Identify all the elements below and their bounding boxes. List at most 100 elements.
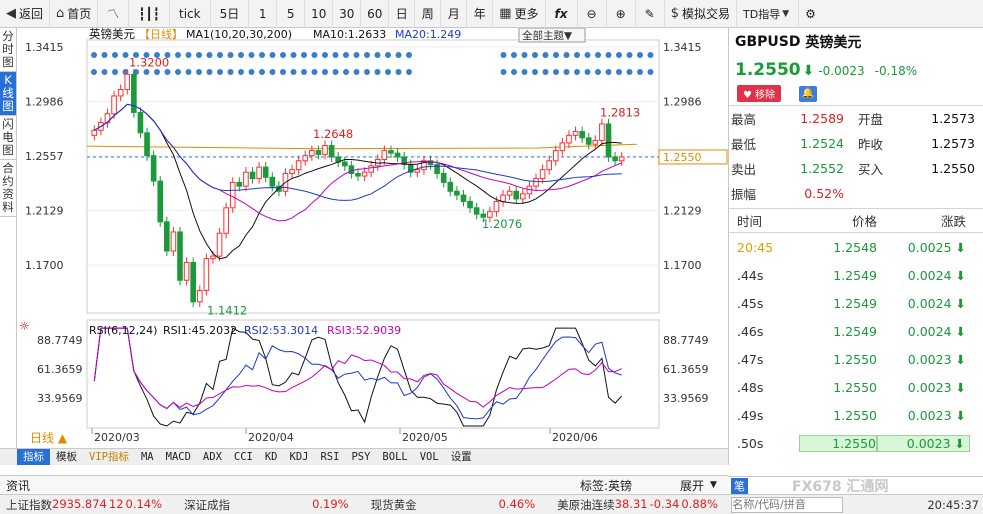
indicator-tab[interactable]: CCI [228,449,259,465]
event-dot [406,69,412,75]
tab-timeshare[interactable]: 分时图 [0,28,16,72]
rsi-label-left: 88.7749 [37,334,83,347]
period-10[interactable]: 10 [305,0,334,28]
event-dot [112,52,118,58]
period-1[interactable]: 1 [249,0,278,28]
event-dot [238,52,244,58]
home-button[interactable]: ⌂ 首页 [50,0,99,28]
indicator-tab[interactable]: MA [135,449,160,465]
event-dot [511,69,517,75]
candle-body [210,255,216,260]
event-dot [248,69,255,75]
indicator-tab[interactable]: MACD [160,449,197,465]
candle-button[interactable]: ┇┃┇ [129,0,170,28]
indicator-tab[interactable]: PSY [345,449,376,465]
period-week[interactable]: 周 [415,0,442,28]
candle-body [473,207,480,215]
search-input[interactable] [731,496,844,513]
zoom-in-button[interactable]: ⊕ [607,0,636,28]
info-tag[interactable]: 标签:英镑 [580,477,680,494]
tab-flash[interactable]: 闪电图 [0,116,16,160]
ma20-line [94,103,622,222]
candle-body [144,132,150,157]
event-dot [311,52,318,58]
draw-button[interactable]: ✎ [636,0,665,28]
formula-button[interactable]: fx [546,0,578,28]
rsi-label-left: 33.9569 [37,392,83,405]
line-chart-icon: 〽 [107,7,120,21]
period-year[interactable]: 年 [467,0,494,28]
quote-table: 最高 1.2589 开盘 1.2573 最低 1.2524 昨收 1.2573 卖出 1.2552… [729,106,983,209]
tab-contract[interactable]: 合约资料 [0,160,16,217]
tick-header: 时间 价格 涨跌 [729,209,983,233]
candle-body [236,181,243,187]
indicator-tab[interactable]: KDJ [284,449,315,465]
bell-icon[interactable]: 🔔 [799,85,818,102]
settings-button[interactable]: ⚙ [799,0,822,28]
rsi-line [93,327,622,420]
status-item[interactable]: 上证指数 2935.874 12 0.14% [6,497,162,513]
status-item[interactable]: 现货黄金 0.46% [371,497,536,513]
quote-row: 振幅 0.52% [731,186,844,202]
candle-body [592,139,599,145]
candle-body [289,169,295,174]
status-item[interactable]: 深证成指 0.19% [184,497,349,513]
info-label[interactable]: 资讯 [0,477,580,494]
kline-chart[interactable]: 1.34151.34151.29861.29861.25571.25571.21… [17,28,728,448]
zoom-out-icon: ⊖ [586,6,597,21]
candle-body [249,171,256,180]
price-label-left: 1.1700 [25,259,64,272]
tick-row: .44s 1.2549 0.0024 ⬇ [737,267,966,283]
indicator-tab[interactable]: 设置 [445,449,478,465]
indicator-tab[interactable]: VIP指标 [83,449,135,465]
event-dot [259,52,265,58]
price-label-left: 1.2986 [25,96,64,109]
chart-area[interactable]: 1.34151.34151.29861.29861.25571.25571.21… [17,28,728,448]
more-button[interactable]: ▦ 更多 [493,0,546,28]
indicator-tab[interactable]: KD [259,449,284,465]
candle-body [196,289,203,303]
tick-row: .45s 1.2549 0.0024 ⬇ [737,295,966,311]
indicator-tab[interactable]: 指标 [17,449,50,465]
event-dot [227,52,234,58]
period-month[interactable]: 月 [441,0,468,28]
tick-row: .46s 1.2549 0.0024 ⬇ [737,323,966,339]
candles [91,69,625,307]
zoom-out-button[interactable]: ⊖ [578,0,607,28]
expand-button[interactable]: 展开 [680,477,710,494]
period-30[interactable]: 30 [333,0,362,28]
indicator-tab[interactable]: VOL [414,449,445,465]
tab-kline[interactable]: K线图 [0,72,16,116]
line-chart-button[interactable]: 〽 [98,0,130,28]
event-dot [322,69,328,75]
price-label-right: 1.2986 [663,96,702,109]
period-day[interactable]: 日 [389,0,416,28]
tick-row: 20:45 1.2548 0.0025 ⬇ [737,239,966,255]
candle-body [566,134,572,144]
indicator-tab[interactable]: BOLL [376,449,413,465]
event-dot [164,69,171,75]
candle-body [559,142,566,152]
search-tab[interactable]: 笔 [731,478,748,494]
period-5[interactable]: 5 [277,0,306,28]
status-item[interactable]: 美原油连续 38.31 -0.34 0.88% [557,497,718,513]
indicator-tab[interactable]: 模板 [50,449,83,465]
indicator-tab[interactable]: ADX [197,449,228,465]
period-60[interactable]: 60 [361,0,390,28]
candle-body [315,150,322,155]
tick-button[interactable]: tick [170,0,211,28]
td-guide-button[interactable]: TD指导 ▼ [737,0,800,28]
event-dot [395,52,402,58]
five-day-button[interactable]: 5日 [211,0,250,28]
chevron-down-icon[interactable]: ▼ [710,480,717,490]
event-dot [353,52,360,58]
event-dot [227,69,234,75]
simulate-trade-button[interactable]: $ 模拟交易 [665,0,737,28]
indicator-tab[interactable]: RSI [314,449,345,465]
extreme-annotation: 1.2076 [482,217,522,231]
candle-body [513,190,520,200]
current-price-label: 1.2550 [663,151,702,164]
remove-button[interactable]: ♥ 移除 [737,85,782,102]
candle-body [348,165,355,174]
back-button[interactable]: ◀ 返回 [0,0,51,28]
